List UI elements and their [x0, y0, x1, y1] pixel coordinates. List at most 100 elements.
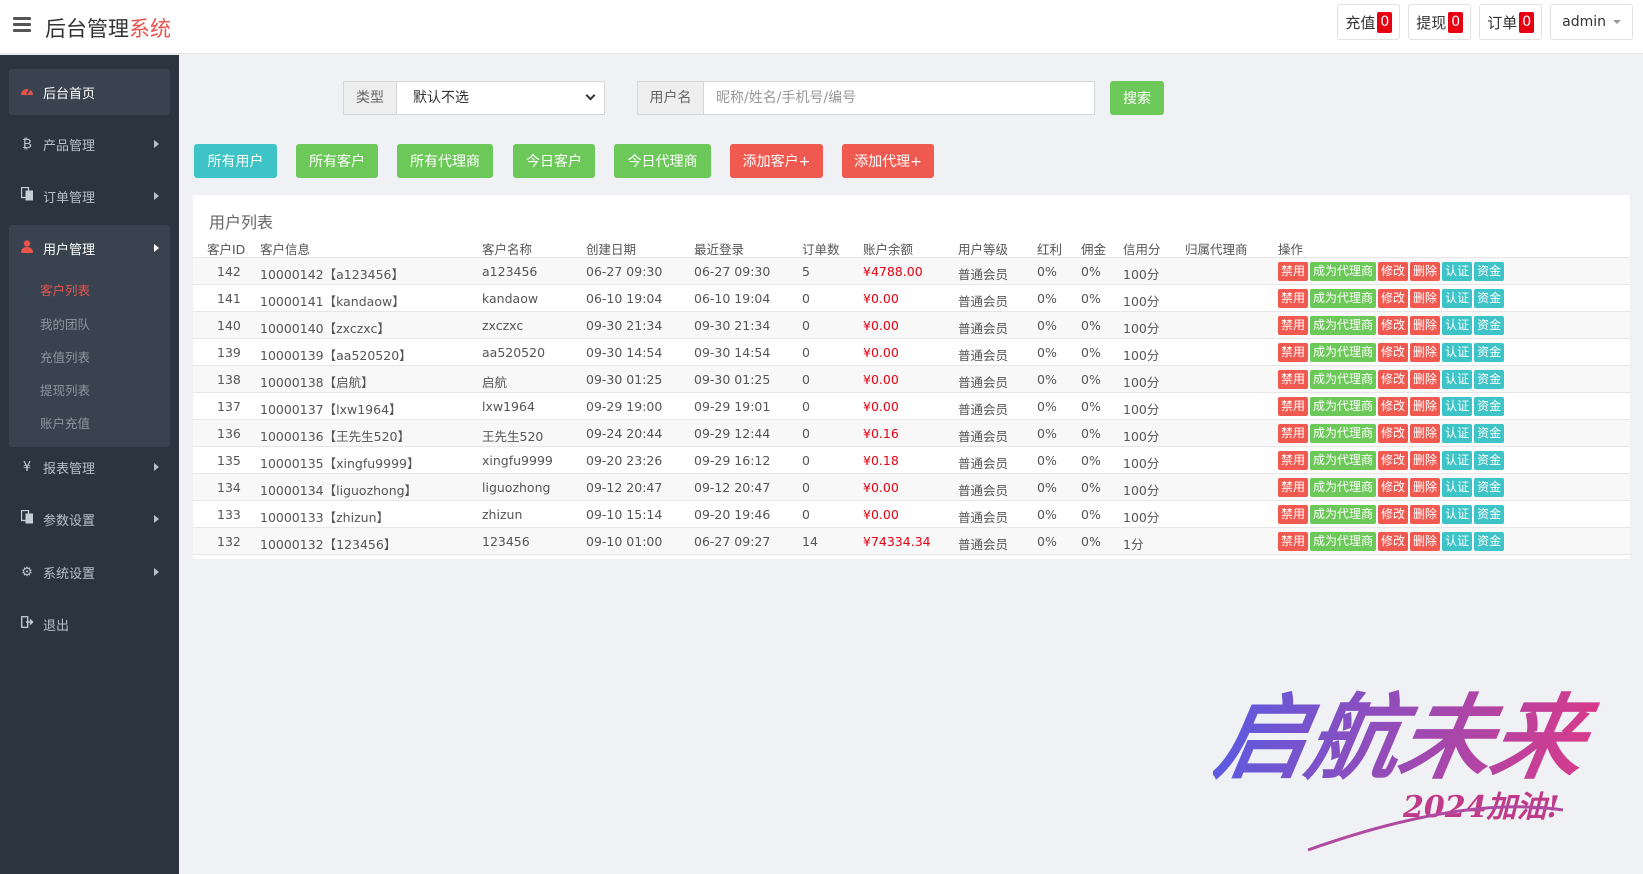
edit-button[interactable]: 修改 [1378, 424, 1409, 443]
edit-button[interactable]: 修改 [1378, 478, 1409, 497]
delete-button[interactable]: 删除 [1410, 397, 1441, 416]
today-customers-button[interactable]: 今日客户 [513, 144, 595, 178]
make-agent-button[interactable]: 成为代理商 [1310, 397, 1377, 416]
verify-button[interactable]: 认证 [1442, 343, 1473, 362]
funds-button[interactable]: 资金 [1474, 505, 1505, 524]
disable-button[interactable]: 禁用 [1278, 343, 1309, 362]
make-agent-button[interactable]: 成为代理商 [1310, 262, 1377, 281]
user-menu-button[interactable]: admin [1550, 4, 1633, 40]
edit-button[interactable]: 修改 [1378, 505, 1409, 524]
verify-button[interactable]: 认证 [1442, 532, 1473, 551]
username-search-input[interactable] [703, 81, 1095, 115]
cell-last-login: 09-29 12:44 [694, 426, 771, 441]
search-button[interactable]: 搜索 [1110, 81, 1164, 115]
disable-button[interactable]: 禁用 [1278, 451, 1309, 470]
verify-button[interactable]: 认证 [1442, 397, 1473, 416]
disable-button[interactable]: 禁用 [1278, 478, 1309, 497]
sidebar-item-product[interactable]: ₿ 产品管理 [9, 121, 170, 167]
verify-button[interactable]: 认证 [1442, 316, 1473, 335]
edit-button[interactable]: 修改 [1378, 397, 1409, 416]
make-agent-button[interactable]: 成为代理商 [1310, 478, 1377, 497]
all-agents-button[interactable]: 所有代理商 [397, 144, 493, 178]
disable-button[interactable]: 禁用 [1278, 262, 1309, 281]
sidebar-item-user[interactable]: 用户管理 [9, 225, 170, 271]
funds-button[interactable]: 资金 [1474, 289, 1505, 308]
sidebar-subitem-withdraw-list[interactable]: 提现列表 [40, 380, 90, 399]
sidebar-item-logout[interactable]: 退出 [9, 601, 170, 647]
sidebar-subitem-recharge-list[interactable]: 充值列表 [40, 347, 90, 366]
sidebar-item-params[interactable]: 参数设置 [9, 496, 170, 542]
funds-button[interactable]: 资金 [1474, 370, 1505, 389]
disable-button[interactable]: 禁用 [1278, 289, 1309, 308]
cell-created: 06-27 09:30 [586, 264, 663, 279]
edit-button[interactable]: 修改 [1378, 262, 1409, 281]
delete-button[interactable]: 删除 [1410, 316, 1441, 335]
delete-button[interactable]: 删除 [1410, 451, 1441, 470]
withdraw-notice-button[interactable]: 提现 0 [1408, 4, 1472, 40]
sidebar-subitem-team[interactable]: 我的团队 [40, 314, 90, 333]
disable-button[interactable]: 禁用 [1278, 532, 1309, 551]
sidebar-item-home[interactable]: 后台首页 [9, 69, 170, 115]
funds-button[interactable]: 资金 [1474, 397, 1505, 416]
verify-button[interactable]: 认证 [1442, 262, 1473, 281]
delete-button[interactable]: 删除 [1410, 262, 1441, 281]
delete-button[interactable]: 删除 [1410, 370, 1441, 389]
make-agent-button[interactable]: 成为代理商 [1310, 451, 1377, 470]
verify-button[interactable]: 认证 [1442, 478, 1473, 497]
sidebar-item-order[interactable]: 订单管理 [9, 173, 170, 219]
sidebar-group-user: 用户管理 客户列表 我的团队 充值列表 提现列表 账户充值 [9, 225, 170, 447]
funds-button[interactable]: 资金 [1474, 316, 1505, 335]
funds-button[interactable]: 资金 [1474, 343, 1505, 362]
edit-button[interactable]: 修改 [1378, 451, 1409, 470]
edit-button[interactable]: 修改 [1378, 370, 1409, 389]
edit-button[interactable]: 修改 [1378, 316, 1409, 335]
disable-button[interactable]: 禁用 [1278, 370, 1309, 389]
funds-button[interactable]: 资金 [1474, 532, 1505, 551]
delete-button[interactable]: 删除 [1410, 505, 1441, 524]
funds-button[interactable]: 资金 [1474, 424, 1505, 443]
edit-button[interactable]: 修改 [1378, 343, 1409, 362]
funds-button[interactable]: 资金 [1474, 451, 1505, 470]
menu-toggle-icon[interactable] [13, 17, 31, 33]
funds-button[interactable]: 资金 [1474, 262, 1505, 281]
verify-button[interactable]: 认证 [1442, 505, 1473, 524]
verify-button[interactable]: 认证 [1442, 289, 1473, 308]
disable-button[interactable]: 禁用 [1278, 505, 1309, 524]
all-users-button[interactable]: 所有用户 [194, 144, 277, 178]
recharge-notice-button[interactable]: 充值 0 [1337, 4, 1401, 40]
edit-button[interactable]: 修改 [1378, 289, 1409, 308]
delete-button[interactable]: 删除 [1410, 424, 1441, 443]
make-agent-button[interactable]: 成为代理商 [1310, 532, 1377, 551]
sidebar-item-report[interactable]: ¥ 报表管理 [9, 444, 170, 490]
all-customers-button[interactable]: 所有客户 [296, 144, 378, 178]
make-agent-button[interactable]: 成为代理商 [1310, 316, 1377, 335]
verify-button[interactable]: 认证 [1442, 370, 1473, 389]
order-notice-button[interactable]: 订单 0 [1479, 4, 1543, 40]
make-agent-button[interactable]: 成为代理商 [1310, 505, 1377, 524]
sidebar-item-system[interactable]: ⚙ 系统设置 [9, 549, 170, 595]
cell-level: 普通会员 [958, 402, 1009, 417]
disable-button[interactable]: 禁用 [1278, 424, 1309, 443]
edit-button[interactable]: 修改 [1378, 532, 1409, 551]
verify-button[interactable]: 认证 [1442, 451, 1473, 470]
make-agent-button[interactable]: 成为代理商 [1310, 424, 1377, 443]
make-agent-button[interactable]: 成为代理商 [1310, 370, 1377, 389]
sidebar-subitem-account-recharge[interactable]: 账户充值 [40, 413, 90, 432]
type-select[interactable]: 默认不选 [396, 81, 605, 115]
delete-button[interactable]: 删除 [1410, 478, 1441, 497]
delete-button[interactable]: 删除 [1410, 532, 1441, 551]
make-agent-button[interactable]: 成为代理商 [1310, 343, 1377, 362]
funds-button[interactable]: 资金 [1474, 478, 1505, 497]
disable-button[interactable]: 禁用 [1278, 397, 1309, 416]
add-customer-button[interactable]: 添加客户+ [730, 144, 823, 178]
disable-button[interactable]: 禁用 [1278, 316, 1309, 335]
cell-info: 10000142【a123456】 [260, 267, 405, 282]
delete-button[interactable]: 删除 [1410, 343, 1441, 362]
make-agent-button[interactable]: 成为代理商 [1310, 289, 1377, 308]
sidebar-subitem-customers[interactable]: 客户列表 [40, 280, 90, 299]
today-agents-button[interactable]: 今日代理商 [614, 144, 711, 178]
cell-id: 135 [217, 453, 241, 468]
delete-button[interactable]: 删除 [1410, 289, 1441, 308]
add-agent-button[interactable]: 添加代理+ [842, 144, 934, 178]
verify-button[interactable]: 认证 [1442, 424, 1473, 443]
